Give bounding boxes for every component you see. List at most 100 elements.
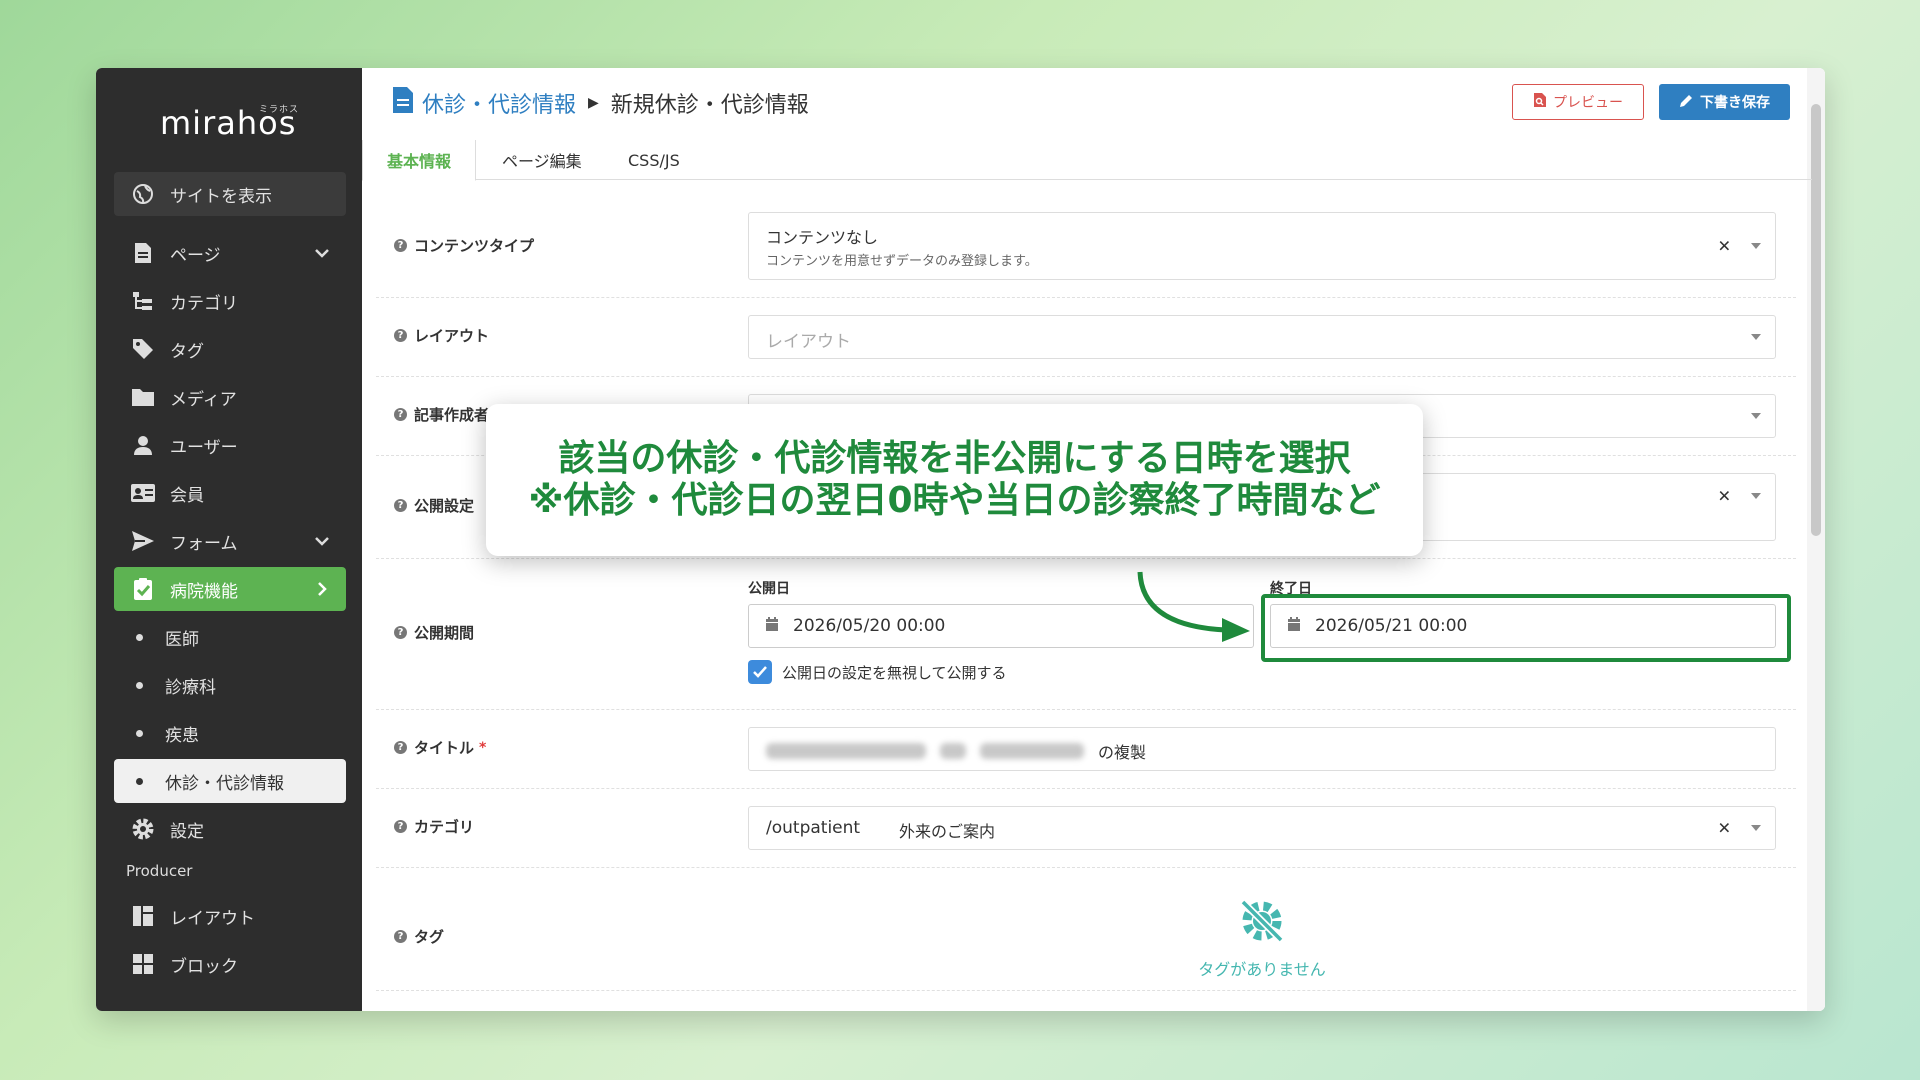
bullet-icon (136, 633, 143, 641)
sidebar-item-categories[interactable]: カテゴリ (114, 279, 346, 323)
tab-css-js[interactable]: CSS/JS (628, 140, 680, 180)
category-slug: /outpatient (766, 818, 861, 838)
instruction-callout: 該当の休診・代診情報を非公開にする日時を選択 ※休診・代診日の翌日0時や当日の診… (486, 404, 1423, 556)
sidebar-item-hospital-features[interactable]: 病院機能 (114, 567, 346, 611)
title-label: ? タイトル * (394, 737, 486, 758)
title-input[interactable]: の複製 (748, 727, 1776, 771)
tab-page-edit[interactable]: ページ編集 (502, 140, 582, 180)
help-icon: ? (394, 408, 407, 421)
sidebar-item-label: メディア (170, 389, 237, 410)
document-icon (130, 240, 156, 266)
bullet-icon (136, 729, 143, 737)
hierarchy-icon (130, 288, 156, 314)
pencil-icon (1679, 93, 1694, 112)
end-date-highlight (1261, 594, 1791, 662)
content-type-label: ? コンテンツタイプ (394, 235, 534, 256)
ignore-publish-date-option[interactable]: 公開日の設定を無視して公開する (748, 660, 1007, 684)
sidebar-item-settings[interactable]: 設定 (114, 807, 346, 851)
chevron-down-icon[interactable] (1751, 243, 1761, 249)
content-type-value: コンテンツなし (766, 228, 879, 247)
redacted-text (980, 743, 1084, 759)
sidebar-item-label: ページ (170, 245, 221, 266)
title-value: の複製 (766, 739, 1146, 763)
content-type-select[interactable]: コンテンツなし コンテンツを用意せずデータのみ登録します。 ✕ (748, 212, 1776, 280)
divider (376, 376, 1796, 377)
help-icon: ? (394, 626, 407, 639)
sidebar-item-pages[interactable]: ページ (114, 231, 346, 275)
ignore-publish-date-label: 公開日の設定を無視して公開する (782, 663, 1007, 682)
callout-line-2: ※休診・代診日の翌日0時や当日の診察終了時間など (528, 480, 1381, 521)
sidebar-subitem-doctors[interactable]: 医師 (114, 615, 346, 659)
sidebar-item-label: フォーム (170, 533, 238, 554)
globe-icon (130, 181, 156, 207)
divider (376, 558, 1796, 559)
sidebar-subitem-departments[interactable]: 診療科 (114, 663, 346, 707)
no-tags-message: タグがありません (1142, 896, 1382, 980)
tags-label: ? タグ (394, 926, 444, 947)
logo-kana: ミラホス (259, 105, 300, 115)
sidebar-item-tags[interactable]: タグ (114, 327, 346, 371)
bullet-icon (136, 681, 143, 689)
view-site-button[interactable]: サイトを表示 (114, 172, 346, 216)
sidebar-item-label: 設定 (170, 821, 204, 842)
preview-label: プレビュー (1553, 95, 1623, 111)
category-select[interactable]: /outpatient 外来のご案内 ✕ (748, 806, 1776, 850)
sidebar-subitem-closure-info[interactable]: 休診・代診情報 (114, 759, 346, 803)
start-date-value: 2026/05/20 00:00 (793, 616, 946, 636)
view-site-label: サイトを表示 (170, 186, 272, 207)
save-draft-label: 下書き保存 (1700, 95, 1770, 111)
category-name: 外来のご案内 (899, 822, 996, 841)
callout-line-1: 該当の休診・代診情報を非公開にする日時を選択 (558, 437, 1351, 479)
sidebar-item-media[interactable]: メディア (114, 375, 346, 419)
folder-icon (130, 384, 156, 410)
help-icon: ? (394, 930, 407, 943)
clipboard-check-icon (130, 576, 156, 602)
help-icon: ? (394, 820, 407, 833)
calendar-icon (765, 616, 779, 637)
ignore-publish-date-checkbox[interactable] (748, 660, 772, 684)
sidebar-item-users[interactable]: ユーザー (114, 423, 346, 467)
help-icon: ? (394, 499, 407, 512)
tag-off-icon (1142, 896, 1382, 950)
chevron-down-icon[interactable] (1751, 334, 1761, 340)
tab-basic-info[interactable]: 基本情報 (362, 140, 477, 181)
sidebar-item-blocks[interactable]: ブロック (114, 942, 346, 986)
sidebar-item-forms[interactable]: フォーム (114, 519, 346, 563)
chevron-down-icon[interactable] (1751, 493, 1761, 499)
layout-select[interactable]: レイアウト (748, 315, 1776, 359)
title-suffix: の複製 (1098, 743, 1147, 762)
sidebar-subitem-diseases[interactable]: 疾患 (114, 711, 346, 755)
chevron-right-icon (312, 579, 332, 599)
breadcrumb-parent-link[interactable]: 休診・代診情報 (422, 87, 576, 119)
chevron-down-icon (312, 531, 332, 551)
sidebar-item-layouts[interactable]: レイアウト (114, 894, 346, 938)
user-icon (130, 432, 156, 458)
sidebar-item-label: レイアウト (170, 908, 255, 929)
clear-icon[interactable]: ✕ (1718, 819, 1731, 838)
tab-bar: 基本情報 ページ編集 CSS/JS (362, 140, 1812, 181)
sidebar-item-label: カテゴリ (170, 293, 238, 314)
save-draft-button[interactable]: 下書き保存 (1659, 84, 1790, 120)
category-label: ? カテゴリ (394, 816, 474, 837)
sidebar-item-label: 疾患 (165, 725, 199, 746)
chevron-down-icon[interactable] (1751, 413, 1761, 419)
sidebar-item-members[interactable]: 会員 (114, 471, 346, 515)
divider (376, 709, 1796, 710)
preview-button[interactable]: プレビュー (1512, 84, 1644, 120)
sidebar: mirahos ミラホス サイトを表示 ページ カテゴリ タグ メディア ユーザ… (96, 68, 362, 1011)
help-icon: ? (394, 239, 407, 252)
sidebar-item-label: ユーザー (170, 437, 238, 458)
clear-icon[interactable]: ✕ (1718, 487, 1731, 506)
clear-icon[interactable]: ✕ (1718, 237, 1731, 256)
layout-icon (130, 903, 156, 929)
chevron-down-icon[interactable] (1751, 825, 1761, 831)
divider (376, 990, 1796, 991)
document-icon (392, 86, 414, 120)
tag-icon (130, 336, 156, 362)
layout-label: ? レイアウト (394, 325, 489, 346)
scrollbar-thumb[interactable] (1811, 104, 1821, 536)
arrow-icon (1137, 571, 1250, 642)
scrollbar-track[interactable] (1807, 68, 1825, 1011)
publish-setting-label: ? 公開設定 (394, 495, 474, 516)
sidebar-item-label: タグ (170, 341, 204, 362)
